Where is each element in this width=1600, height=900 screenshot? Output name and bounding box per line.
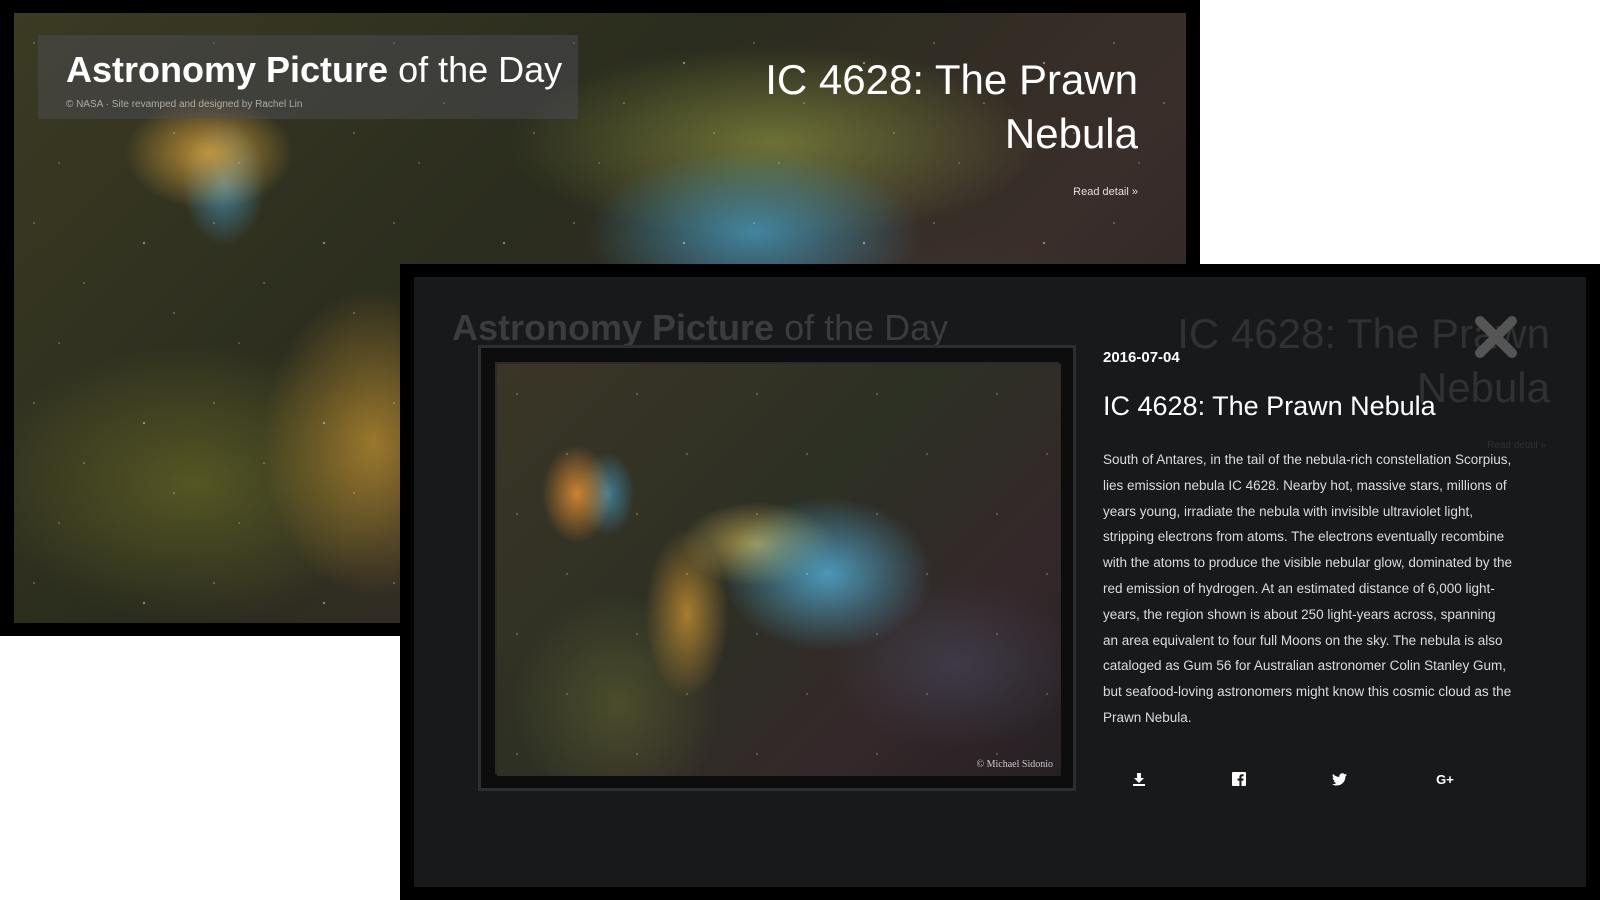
detail-window: Astronomy Picture of the Day IC 4628: Th… xyxy=(400,264,1600,900)
hero-title: IC 4628: The Prawn Nebula xyxy=(765,56,1138,157)
share-bar: G+ xyxy=(1103,767,1483,791)
dimmed-site-title-light: of the Day xyxy=(774,307,949,348)
picture-date: 2016-07-04 xyxy=(1103,349,1180,366)
photo-credit: © Michael Sidonio xyxy=(976,759,1053,770)
facebook-share-button[interactable] xyxy=(1227,767,1251,791)
site-title: Astronomy Picture of the Day xyxy=(66,49,562,91)
photo-frame: © Michael Sidonio xyxy=(478,345,1076,791)
download-icon xyxy=(1133,773,1145,786)
site-brand[interactable]: Astronomy Picture of the Day © NASA · Si… xyxy=(38,35,578,119)
google-plus-icon: G+ xyxy=(1436,771,1454,787)
facebook-icon xyxy=(1232,772,1246,786)
dimmed-site-title-bold: Astronomy Picture xyxy=(452,307,775,348)
photo-star-field xyxy=(497,364,1061,776)
picture-description: South of Antares, in the tail of the neb… xyxy=(1103,452,1512,725)
download-button[interactable] xyxy=(1127,767,1151,791)
dimmed-site-title: Astronomy Picture of the Day xyxy=(452,307,948,349)
read-detail-link[interactable]: Read detail » xyxy=(1073,186,1138,198)
nebula-photo[interactable]: © Michael Sidonio xyxy=(497,364,1061,776)
twitter-share-button[interactable] xyxy=(1327,767,1351,791)
google-plus-share-button[interactable]: G+ xyxy=(1433,767,1457,791)
site-title-light: of the Day xyxy=(388,49,563,90)
picture-title: IC 4628: The Prawn Nebula xyxy=(1103,391,1436,421)
detail-modal: Astronomy Picture of the Day IC 4628: Th… xyxy=(414,277,1586,887)
site-credit: © NASA · Site revamped and designed by R… xyxy=(66,99,303,110)
site-title-bold: Astronomy Picture xyxy=(66,49,389,90)
twitter-icon xyxy=(1331,772,1347,785)
detail-panel: 2016-07-04 IC 4628: The Prawn Nebula Sou… xyxy=(1103,349,1513,731)
